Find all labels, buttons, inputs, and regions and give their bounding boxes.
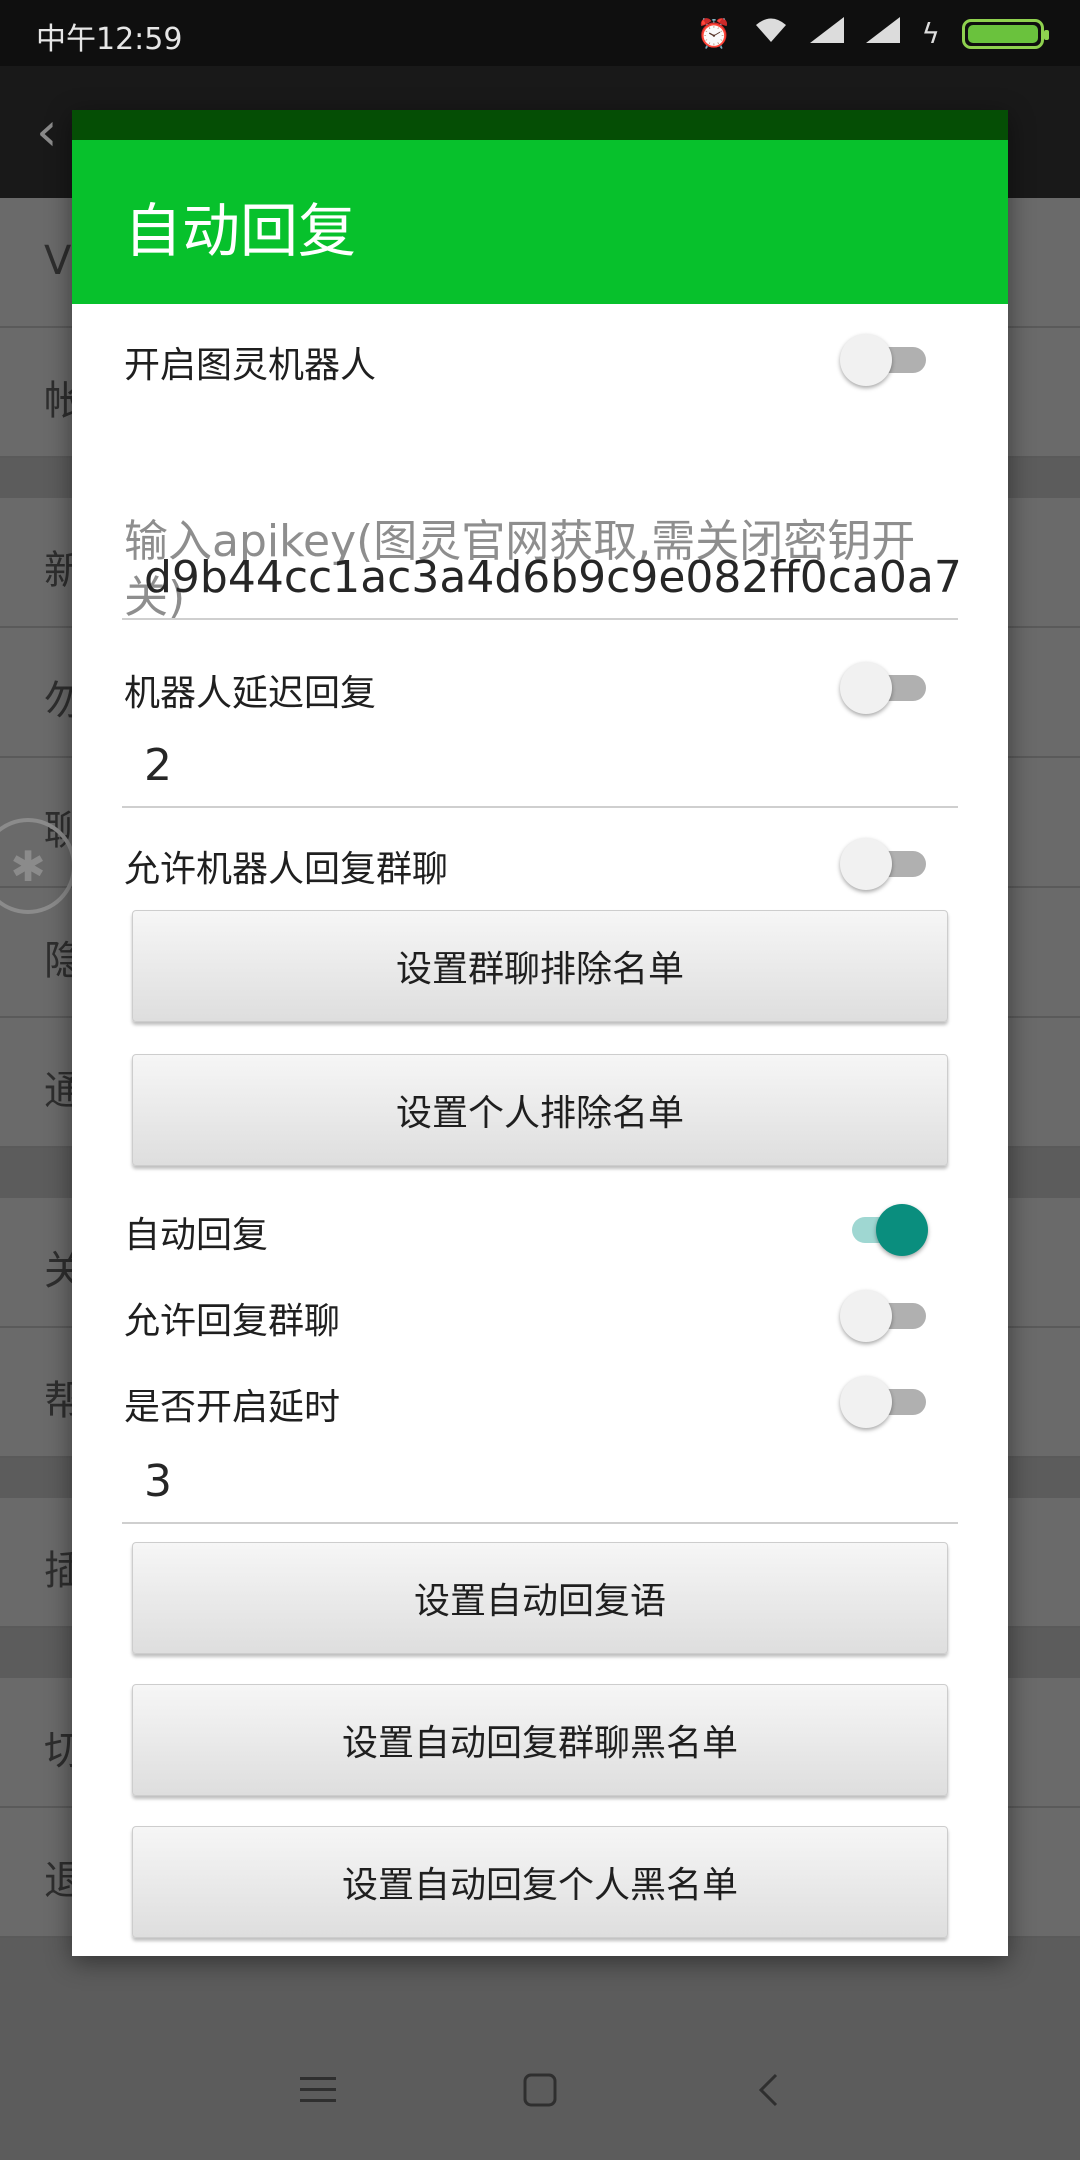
delay-value: 3 [144,1456,172,1507]
alarm-icon: ⏰ [696,16,732,50]
back-icon[interactable] [728,2060,808,2120]
group-blacklist-button[interactable]: 设置自动回复群聊黑名单 [132,1684,948,1796]
robot-delay-value: 2 [144,740,172,791]
back-arrow-icon: ‹ [36,100,58,163]
navigation-bar [0,2026,1080,2160]
group-exclude-list-button[interactable]: 设置群聊排除名单 [132,910,948,1022]
home-icon[interactable] [500,2060,580,2120]
signal-icon-1 [809,17,844,50]
allow-group-row[interactable]: 允许回复群聊 [124,1278,954,1348]
dialog-title: 自动回复 [124,197,357,265]
dialog-top-strip [72,110,1008,140]
delay-input[interactable]: 3 [122,1448,958,1524]
allow-group-label: 允许回复群聊 [124,1301,341,1342]
dialog-header: 自动回复 [72,140,1008,304]
robot-delay-switch[interactable] [840,662,926,714]
status-time: 中午12:59 [36,22,183,57]
charging-icon: ϟ [921,16,940,50]
battery-icon [962,18,1049,49]
delay-label: 是否开启延时 [124,1387,341,1428]
robot-group-switch[interactable] [840,838,926,890]
turing-robot-row[interactable]: 开启图灵机器人 [124,322,954,392]
robot-group-label: 允许机器人回复群聊 [124,849,449,890]
auto-reply-row[interactable]: 自动回复 [124,1192,954,1262]
apikey-value: d9b44cc1ac3a4d6b9c9e082ff0ca0a7 [144,552,962,603]
turing-robot-label: 开启图灵机器人 [124,345,377,386]
person-blacklist-button[interactable]: 设置自动回复个人黑名单 [132,1826,948,1938]
auto-reply-dialog: 自动回复 开启图灵机器人 输入apikey(图灵官网获取,需关闭密钥开关) d9… [72,110,1008,1956]
auto-reply-label: 自动回复 [124,1215,269,1256]
delay-switch[interactable] [840,1376,926,1428]
robot-group-row[interactable]: 允许机器人回复群聊 [124,826,954,896]
robot-delay-input[interactable]: 2 [122,732,958,808]
allow-group-switch[interactable] [840,1290,926,1342]
menu-icon[interactable] [278,2060,358,2120]
turing-robot-switch[interactable] [840,334,926,386]
robot-delay-row[interactable]: 机器人延迟回复 [124,650,954,720]
status-bar: 中午12:59 ⏰ ϟ [0,0,1080,66]
apikey-input[interactable]: d9b44cc1ac3a4d6b9c9e082ff0ca0a7 [122,544,962,620]
auto-reply-switch[interactable] [840,1204,928,1256]
wifi-icon [754,16,788,51]
auto-reply-text-button[interactable]: 设置自动回复语 [132,1542,948,1654]
delay-row[interactable]: 是否开启延时 [124,1364,954,1434]
person-exclude-list-button[interactable]: 设置个人排除名单 [132,1054,948,1166]
robot-delay-label: 机器人延迟回复 [124,673,377,714]
signal-icon-2 [865,17,900,50]
status-icons: ⏰ ϟ [696,16,1049,51]
